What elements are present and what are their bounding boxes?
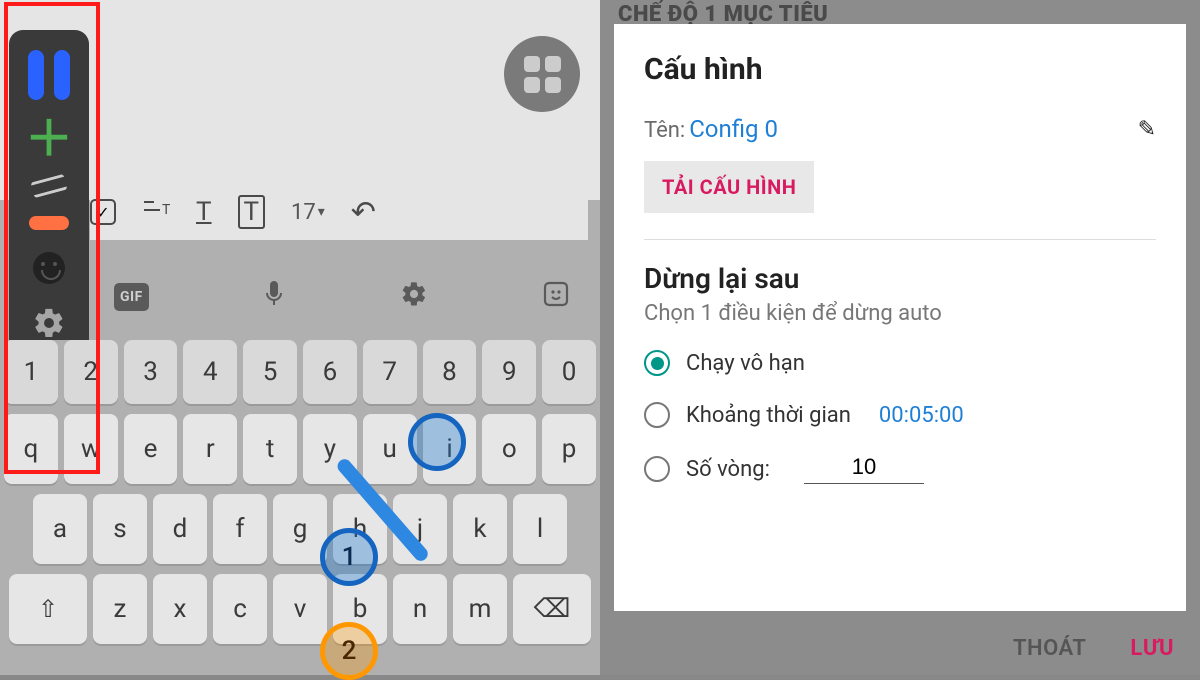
- key-5[interactable]: 5: [243, 340, 297, 404]
- keyboard[interactable]: 1234567890 qwertyuiop asdfghjkl ⇧ zxcvbn…: [0, 340, 600, 654]
- option-infinite-label: Chạy vô hạn: [686, 351, 805, 376]
- left-screenshot: ＋ ✥ ✓ T T T 17▾ ↶ GIF 1234567890: [0, 0, 600, 675]
- note-area[interactable]: [0, 0, 600, 200]
- key-u[interactable]: u: [363, 414, 417, 484]
- option-loops[interactable]: Số vòng:: [644, 454, 1156, 484]
- name-label: Tên:: [644, 118, 685, 143]
- key-k[interactable]: k: [453, 494, 507, 564]
- settings-icon[interactable]: [32, 306, 66, 344]
- remove-icon[interactable]: [29, 216, 69, 230]
- shift-key[interactable]: ⇧: [9, 574, 87, 644]
- exit-button[interactable]: THOÁT: [1013, 636, 1086, 661]
- load-config-button[interactable]: TẢI CẤU HÌNH: [644, 161, 814, 213]
- backspace-key[interactable]: ⌫: [513, 574, 591, 644]
- sticker-icon[interactable]: [542, 280, 570, 315]
- key-o[interactable]: o: [482, 414, 536, 484]
- option-interval-label: Khoảng thời gian: [686, 403, 851, 428]
- option-loops-label: Số vòng:: [686, 457, 770, 482]
- key-c[interactable]: c: [213, 574, 267, 644]
- option-infinite[interactable]: Chạy vô hạn: [644, 350, 1156, 376]
- editor-toolbar: ✓ T T T 17▾ ↶: [90, 184, 588, 240]
- key-8[interactable]: 8: [423, 340, 477, 404]
- key-l[interactable]: l: [513, 494, 567, 564]
- key-3[interactable]: 3: [124, 340, 178, 404]
- loops-input[interactable]: [804, 454, 924, 484]
- key-m[interactable]: m: [453, 574, 507, 644]
- key-b[interactable]: b: [333, 574, 387, 644]
- key-a[interactable]: a: [33, 494, 87, 564]
- key-s[interactable]: s: [93, 494, 147, 564]
- key-z[interactable]: z: [93, 574, 147, 644]
- apps-grid-button[interactable]: [504, 36, 580, 112]
- key-2[interactable]: 2: [64, 340, 118, 404]
- key-9[interactable]: 9: [482, 340, 536, 404]
- divider: [644, 239, 1156, 240]
- text-box-icon[interactable]: T: [238, 197, 266, 227]
- stop-after-title: Dừng lại sau: [644, 262, 1156, 295]
- key-t[interactable]: t: [243, 414, 297, 484]
- format-size-icon[interactable]: T: [142, 197, 170, 227]
- key-0[interactable]: 0: [542, 340, 596, 404]
- key-r[interactable]: r: [183, 414, 237, 484]
- key-x[interactable]: x: [153, 574, 207, 644]
- config-name-value[interactable]: Config 0: [689, 115, 778, 143]
- edit-pencil-icon[interactable]: ✎: [1138, 117, 1156, 142]
- radio-icon[interactable]: [644, 402, 670, 428]
- key-g[interactable]: g: [273, 494, 327, 564]
- key-n[interactable]: n: [393, 574, 447, 644]
- key-4[interactable]: 4: [183, 340, 237, 404]
- emoji-icon[interactable]: [33, 252, 65, 284]
- mic-icon[interactable]: [263, 279, 285, 316]
- key-7[interactable]: 7: [363, 340, 417, 404]
- key-1[interactable]: 1: [4, 340, 58, 404]
- stop-after-subtitle: Chọn 1 điều kiện để dừng auto: [644, 301, 1156, 326]
- radio-icon[interactable]: [644, 456, 670, 482]
- add-target-icon[interactable]: ＋: [25, 122, 73, 156]
- undo-icon[interactable]: ↶: [351, 195, 376, 230]
- key-q[interactable]: q: [4, 414, 58, 484]
- checkbox-icon[interactable]: ✓: [90, 199, 116, 225]
- save-button[interactable]: LƯU: [1130, 636, 1174, 661]
- key-y[interactable]: y: [303, 414, 357, 484]
- key-e[interactable]: e: [124, 414, 178, 484]
- dialog-actions: THOÁT LƯU: [1013, 636, 1174, 661]
- key-6[interactable]: 6: [303, 340, 357, 404]
- underline-icon[interactable]: T: [196, 197, 212, 227]
- keyboard-toolbar: GIF: [100, 264, 584, 330]
- swipe-mode-icon[interactable]: [31, 173, 68, 197]
- key-h[interactable]: h: [333, 494, 387, 564]
- interval-value[interactable]: 00:05:00: [879, 403, 964, 428]
- pause-icon[interactable]: [28, 50, 70, 100]
- key-p[interactable]: p: [542, 414, 596, 484]
- key-w[interactable]: w: [64, 414, 118, 484]
- key-v[interactable]: v: [273, 574, 327, 644]
- keyboard-settings-icon[interactable]: [400, 280, 428, 315]
- radio-checked-icon[interactable]: [644, 350, 670, 376]
- key-i[interactable]: i: [423, 414, 477, 484]
- config-dialog: Cấu hình Tên: Config 0 ✎ TẢI CẤU HÌNH Dừ…: [614, 24, 1186, 611]
- key-j[interactable]: j: [393, 494, 447, 564]
- key-f[interactable]: f: [213, 494, 267, 564]
- gif-icon[interactable]: GIF: [114, 283, 149, 311]
- right-screenshot: CHẾ ĐỘ 1 MỤC TIÊU Cấu hình Tên: Config 0…: [600, 0, 1200, 675]
- font-size-value[interactable]: 17▾: [291, 200, 325, 225]
- dialog-title: Cấu hình: [644, 52, 1156, 87]
- option-interval[interactable]: Khoảng thời gian 00:05:00: [644, 402, 1156, 428]
- svg-text:T: T: [162, 202, 170, 218]
- key-d[interactable]: d: [153, 494, 207, 564]
